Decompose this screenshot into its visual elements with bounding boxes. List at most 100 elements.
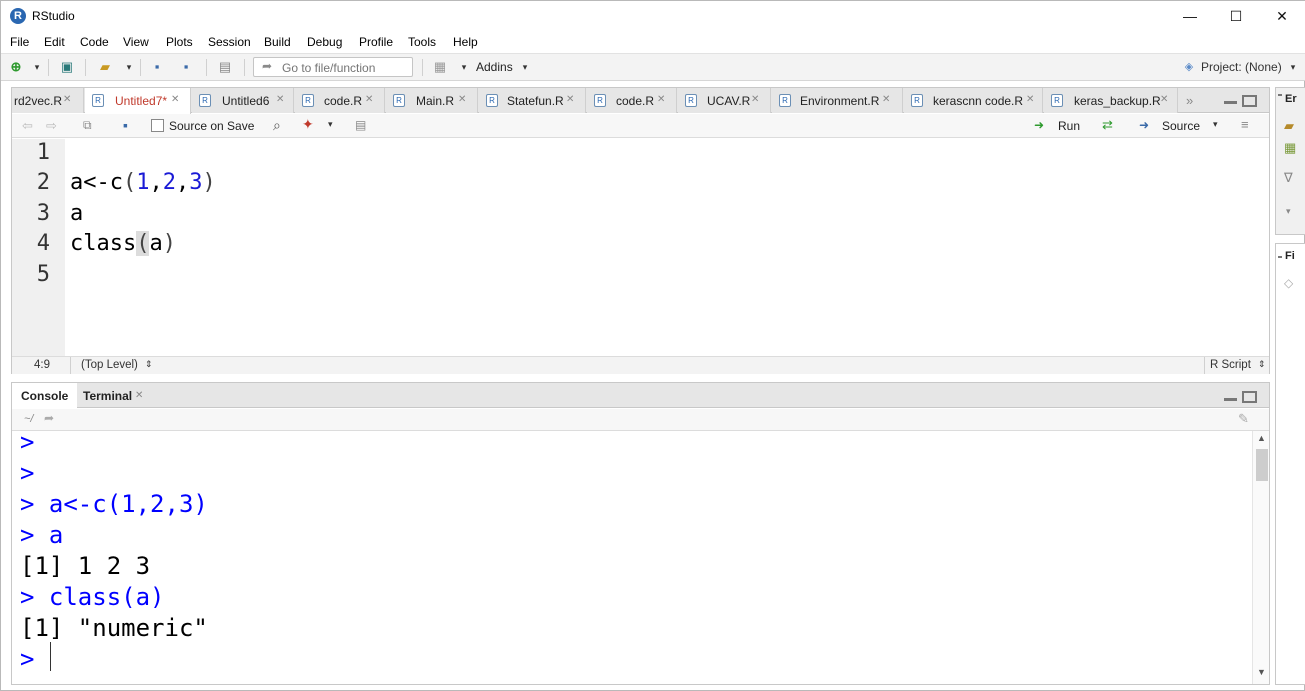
tab-rd2vec[interactable]: rd2vec.R ✕ (12, 88, 84, 113)
print-icon[interactable]: ▤ (217, 59, 233, 75)
scrollbar-thumb[interactable] (1256, 449, 1268, 481)
import-dataset-icon[interactable]: ▦ (1284, 140, 1296, 156)
source-dropdown-icon[interactable]: ▾ (1213, 119, 1218, 130)
menu-code[interactable]: Code (80, 35, 109, 49)
console-output[interactable]: > > > a<-c(1,2,3) > a [1] 1 2 3 > class(… (12, 428, 1252, 684)
scroll-up-icon[interactable]: ▲ (1257, 433, 1266, 443)
goto-directory-icon[interactable]: ➦ (44, 411, 54, 425)
close-tab-icon[interactable]: ✕ (171, 94, 179, 105)
close-tab-icon[interactable]: ✕ (1160, 94, 1168, 105)
maximize-console-icon[interactable] (1242, 391, 1257, 403)
open-recent-dropdown-icon[interactable]: ▾ (121, 59, 137, 75)
close-tab-icon[interactable]: ✕ (276, 94, 284, 105)
minimize-console-icon[interactable] (1224, 398, 1237, 401)
tab-terminal[interactable]: Terminal (74, 383, 141, 408)
menu-help[interactable]: Help (453, 35, 478, 49)
code-tools-wand-icon[interactable]: ✦ (302, 116, 314, 133)
find-replace-icon[interactable]: ⌕ (273, 117, 281, 134)
goto-file-function-input[interactable] (282, 61, 410, 75)
back-icon[interactable]: ⇦ (22, 118, 33, 134)
close-tab-icon[interactable]: ✕ (882, 94, 890, 105)
save-current-icon[interactable]: ▪ (123, 117, 128, 133)
minimize-pane-icon[interactable] (1224, 101, 1237, 104)
broom-icon[interactable]: ∇ (1284, 170, 1293, 186)
matched-paren-highlight: ( (136, 231, 150, 256)
new-project-icon[interactable]: ▣ (57, 59, 77, 75)
workspace-panes-dropdown-icon[interactable]: ▾ (456, 59, 472, 75)
console-scrollbar[interactable]: ▲ ▼ (1252, 431, 1269, 684)
close-tab-icon[interactable]: ✕ (458, 94, 466, 105)
rerun-icon[interactable]: ⇄ (1102, 117, 1113, 133)
run-button[interactable]: Run (1058, 119, 1080, 133)
close-tab-icon[interactable]: ✕ (365, 94, 373, 105)
environment-tab-label[interactable]: Er (1285, 93, 1297, 105)
tab-untitled7[interactable]: R Untitled7* ✕ (85, 88, 191, 114)
project-dropdown-icon[interactable]: ▾ (1285, 59, 1301, 75)
new-file-dropdown-icon[interactable]: ▾ (29, 59, 45, 75)
source-on-save-checkbox[interactable] (151, 119, 164, 132)
scroll-down-icon[interactable]: ▼ (1257, 667, 1266, 677)
addins-dropdown-icon[interactable]: ▾ (517, 59, 533, 75)
source-button[interactable]: Source (1162, 119, 1200, 133)
tab-code-r[interactable]: R code.R ✕ (295, 88, 385, 113)
compile-report-icon[interactable]: ▤ (355, 118, 366, 132)
tab-main-r[interactable]: R Main.R ✕ (386, 88, 478, 113)
source-pane: rd2vec.R ✕ R Untitled7* ✕ R Untitled6 ✕ … (11, 87, 1270, 374)
save-all-icon[interactable]: ▪ (178, 59, 194, 75)
minimize-pane-icon[interactable] (1278, 256, 1282, 258)
files-tab-label[interactable]: Fi (1285, 250, 1295, 262)
pane-scroll-icon[interactable]: ▾ (1286, 206, 1291, 217)
close-window-button[interactable]: ✕ (1259, 1, 1305, 32)
menu-build[interactable]: Build (264, 35, 291, 49)
maximize-button[interactable]: ☐ (1213, 1, 1259, 32)
new-file-icon[interactable]: ⊕ (8, 59, 24, 75)
close-tab-icon[interactable]: ✕ (1026, 94, 1034, 105)
load-workspace-icon[interactable]: ▰ (1284, 118, 1294, 134)
tab-console[interactable]: Console (12, 383, 78, 409)
scope-dropdown-icon[interactable]: ⇕ (145, 359, 153, 370)
goto-file-function-box[interactable]: ➦ (253, 57, 413, 77)
save-icon[interactable]: ▪ (149, 59, 165, 75)
maximize-pane-icon[interactable] (1242, 95, 1257, 107)
close-terminal-icon[interactable]: ✕ (135, 390, 143, 401)
tab-code-r-2[interactable]: R code.R ✕ (587, 88, 677, 113)
project-menu-button[interactable]: Project: (None) (1201, 60, 1282, 74)
code-tools-dropdown-icon[interactable]: ▾ (328, 119, 333, 130)
menu-edit[interactable]: Edit (44, 35, 65, 49)
tab-statefun-r[interactable]: R Statefun.R ✕ (479, 88, 586, 113)
workspace-panes-icon[interactable]: ▦ (432, 59, 448, 75)
file-type-dropdown-icon[interactable]: ⇕ (1258, 359, 1266, 370)
show-in-window-icon[interactable]: ⧉ (83, 118, 92, 133)
minimize-pane-icon[interactable] (1278, 94, 1282, 96)
addins-button[interactable]: Addins (476, 60, 513, 74)
minimize-button[interactable]: — (1167, 1, 1213, 32)
tab-keras-backup-r[interactable]: R keras_backup.R ✕ (1044, 88, 1178, 113)
menu-tools[interactable]: Tools (408, 35, 436, 49)
close-tab-icon[interactable]: ✕ (566, 94, 574, 105)
menu-view[interactable]: View (123, 35, 149, 49)
document-outline-icon[interactable]: ≡ (1241, 117, 1249, 132)
environment-pane-collapsed[interactable]: Er ▰ ▦ ∇ ▾ (1275, 87, 1305, 235)
tab-ucav-r[interactable]: R UCAV.R ✕ (678, 88, 771, 113)
scope-selector[interactable]: (Top Level) (81, 359, 138, 371)
line-number-gutter: 1 2 3 4 5 (12, 139, 65, 356)
files-toolbar-icon[interactable]: ◇ (1284, 276, 1293, 290)
tab-untitled6[interactable]: R Untitled6 ✕ (192, 88, 294, 113)
open-file-icon[interactable]: ▰ (94, 59, 116, 75)
menu-profile[interactable]: Profile (359, 35, 393, 49)
clear-console-icon[interactable]: ✎ (1238, 411, 1249, 427)
tab-kerascnn-code-r[interactable]: R kerascnn code.R ✕ (904, 88, 1043, 113)
close-tab-icon[interactable]: ✕ (63, 94, 71, 105)
menu-debug[interactable]: Debug (307, 35, 342, 49)
tab-environment-r[interactable]: R Environment.R ✕ (772, 88, 903, 113)
menu-file[interactable]: File (10, 35, 29, 49)
file-type-selector[interactable]: R Script (1210, 359, 1251, 371)
menu-plots[interactable]: Plots (166, 35, 193, 49)
close-tab-icon[interactable]: ✕ (657, 94, 665, 105)
menu-session[interactable]: Session (208, 35, 251, 49)
files-pane-collapsed[interactable]: Fi ◇ (1275, 243, 1305, 685)
code-editor[interactable]: a<-c(1,2,3) a class(a) (65, 139, 1269, 356)
close-tab-icon[interactable]: ✕ (751, 94, 759, 105)
forward-icon[interactable]: ⇨ (46, 118, 57, 134)
more-tabs-icon[interactable]: » (1186, 93, 1193, 108)
